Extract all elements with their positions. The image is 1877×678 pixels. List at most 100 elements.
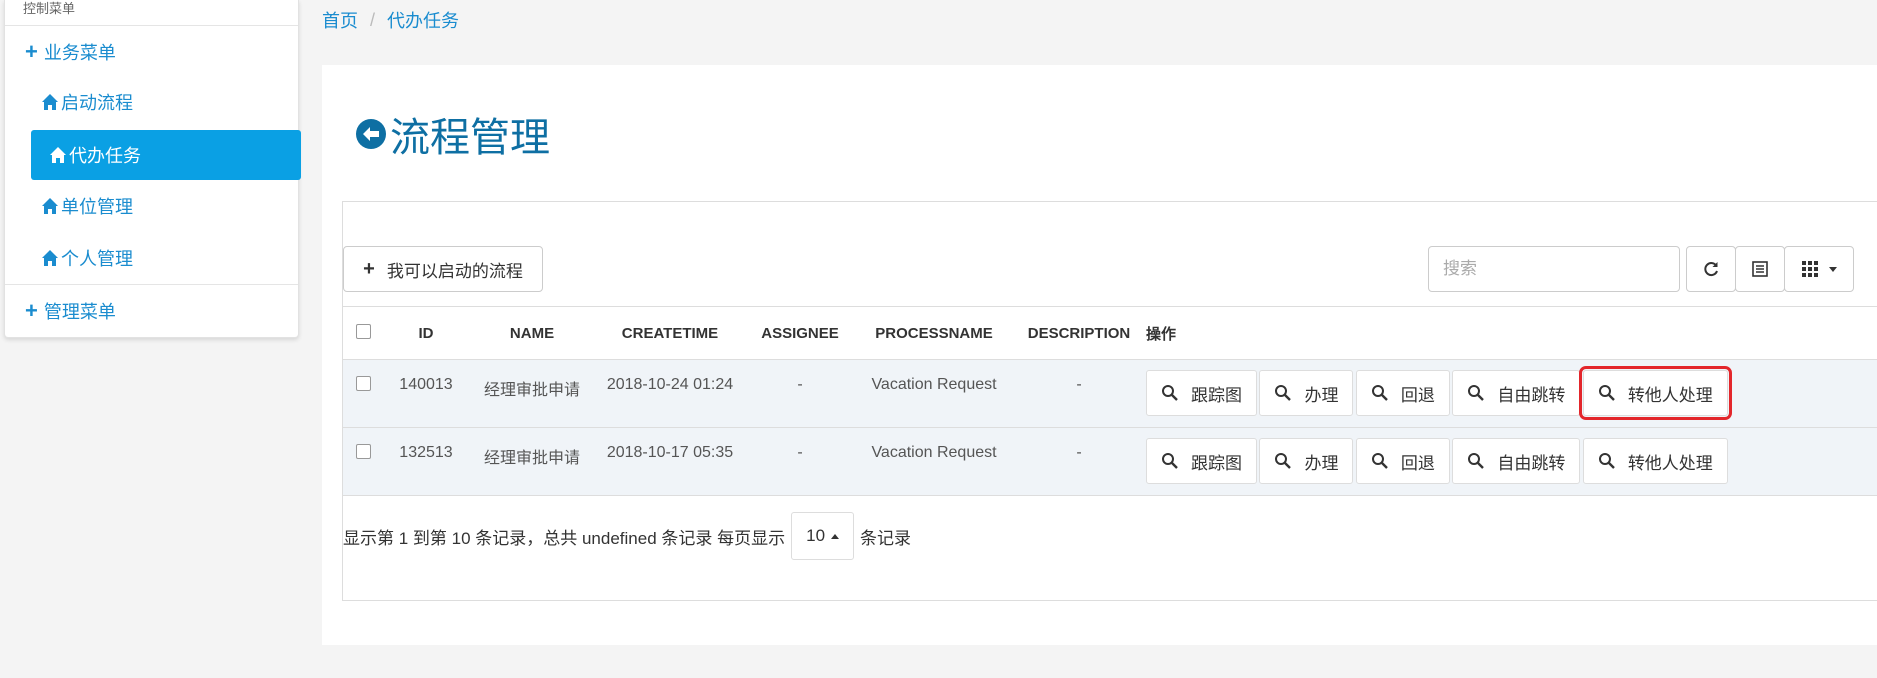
cell-name: 经理审批申请 [483,450,580,467]
select-all-cell[interactable] [343,306,383,360]
search-icon [1275,385,1292,401]
handle-label: 办理 [1304,453,1339,473]
plus-icon: + [25,297,38,323]
cell-assignee: - [797,376,803,393]
sidebar-item-personal-management[interactable]: 个人管理 [27,233,302,283]
transfer-to-other-label: 转他人处理 [1627,385,1713,405]
toggle-view-button[interactable] [1735,246,1785,292]
sidebar-item-unit-management[interactable]: 单位管理 [27,181,302,231]
cell-id: 132513 [399,444,453,461]
menu-group-admin[interactable]: + 管理菜单 [5,284,298,336]
column-header[interactable]: NAME [469,306,595,360]
tasks-table: ID NAME CREATETIME ASSIGNEE PROCESSNAME … [343,306,1877,496]
page-size-value: 10 [806,526,826,545]
cell-createtime: 2018-10-24 01:24 [606,376,734,393]
cell-actions: 跟踪图 办理 回退 自由跳转 转他人处理 [1145,428,1877,496]
row-select-cell[interactable] [343,428,383,496]
handle-label: 办理 [1304,385,1339,405]
start-process-button-label: 我可以启动的流程 [386,261,523,281]
sidebar-item-label: 单位管理 [61,197,133,217]
home-icon [41,249,59,267]
trace-diagram-button[interactable]: 跟踪图 [1146,438,1257,484]
breadcrumb: 首页 / 代办任务 [322,0,1877,40]
row-checkbox[interactable] [355,376,371,391]
plus-icon: + [25,38,38,64]
pagination-suffix: 条记录 [860,528,912,548]
column-header: 操作 [1145,306,1877,360]
column-header[interactable]: ASSIGNEE [745,306,855,360]
table-header-row: ID NAME CREATETIME ASSIGNEE PROCESSNAME … [343,306,1877,360]
search-input[interactable] [1428,246,1680,292]
sidebar-item-label: 个人管理 [61,249,133,269]
search-icon [1162,453,1178,469]
page-title-text: 流程管理 [390,115,550,161]
home-icon [41,93,59,111]
cell-actions: 跟踪图 办理 回退 自由跳转 转他人处理 [1145,360,1877,428]
rollback-label: 回退 [1400,385,1435,405]
cell-description: - [1076,444,1082,461]
start-process-button[interactable]: + 我可以启动的流程 [343,246,543,292]
search-icon [1598,453,1615,469]
menu-group-business[interactable]: + 业务菜单 [5,25,298,77]
free-jump-label: 自由跳转 [1497,385,1566,405]
trace-diagram-button[interactable]: 跟踪图 [1146,370,1257,416]
breadcrumb-separator: / [370,9,376,30]
sidebar-item-todo-tasks[interactable]: 代办任务 [31,130,301,180]
home-icon [49,146,67,164]
search-icon [1468,453,1485,469]
rollback-button[interactable]: 回退 [1355,370,1450,416]
column-header[interactable]: PROCESSNAME [855,306,1013,360]
main-panel: 流程管理 + 我可以启动的流程 搜索 ID NAME CREATETIME AS… [322,65,1877,645]
rollback-button[interactable]: 回退 [1355,438,1450,484]
breadcrumb-current[interactable]: 代办任务 [387,7,459,33]
page-title: 流程管理 [354,105,550,163]
columns-dropdown-button[interactable] [1784,246,1854,292]
sidebar-item-label: 代办任务 [69,146,141,166]
circle-arrow-left-icon [356,119,386,149]
cell-processname: Vacation Request [871,444,997,461]
chevron-down-icon [1829,266,1837,272]
cell-description: - [1076,376,1082,393]
transfer-to-other-label: 转他人处理 [1627,453,1713,473]
menu-group-business-label: 业务菜单 [43,42,116,63]
free-jump-label: 自由跳转 [1497,453,1566,473]
sidebar-item-start-process[interactable]: 启动流程 [27,77,302,127]
search-icon [1371,453,1388,469]
select-all-checkbox[interactable] [355,323,371,339]
search-icon [1371,385,1388,401]
trace-diagram-label: 跟踪图 [1191,385,1242,405]
list-icon [1752,261,1768,277]
rollback-label: 回退 [1400,453,1435,473]
search-icon [1468,385,1485,401]
cell-name: 经理审批申请 [483,382,580,399]
search-icon [1275,453,1292,469]
breadcrumb-home[interactable]: 首页 [322,7,358,33]
trace-diagram-label: 跟踪图 [1191,453,1242,473]
column-header[interactable]: CREATETIME [595,306,745,360]
row-select-cell[interactable] [343,360,383,428]
refresh-button[interactable] [1686,246,1736,292]
cell-createtime: 2018-10-17 05:35 [606,444,734,461]
row-checkbox[interactable] [355,444,371,459]
handle-button[interactable]: 办理 [1259,370,1354,416]
plus-icon: + [363,257,375,280]
grid-icon [1802,261,1818,277]
transfer-to-other-button[interactable]: 转他人处理 [1582,438,1728,484]
chevron-up-icon [831,533,840,539]
page-size-dropdown[interactable]: 10 [791,512,855,560]
refresh-icon [1704,262,1718,277]
table-row: 140013 经理审批申请 2018-10-24 01:24 - Vacatio… [343,359,1877,428]
table-panel: + 我可以启动的流程 搜索 ID NAME CREATETIME ASSIGNE… [342,201,1877,601]
pagination: 显示第 1 到第 10 条记录，总共 undefined 条记录 每页显示 10… [343,512,911,560]
transfer-to-other-button[interactable]: 转他人处理 [1578,366,1732,420]
sidebar-caption: 控制菜单 [23,1,76,16]
column-header[interactable]: DESCRIPTION [1013,306,1145,360]
sidebar: 控制菜单 + 业务菜单 启动流程 代办任务 单位管理 个人管理 + 管理菜单 [4,0,302,338]
pagination-summary: 显示第 1 到第 10 条记录，总共 undefined 条记录 每页显示 [343,528,786,548]
free-jump-button[interactable]: 自由跳转 [1452,370,1581,416]
free-jump-button[interactable]: 自由跳转 [1452,438,1581,484]
column-header[interactable]: ID [383,306,469,360]
handle-button[interactable]: 办理 [1259,438,1354,484]
cell-id: 140013 [399,376,453,393]
search-icon [1162,385,1178,401]
